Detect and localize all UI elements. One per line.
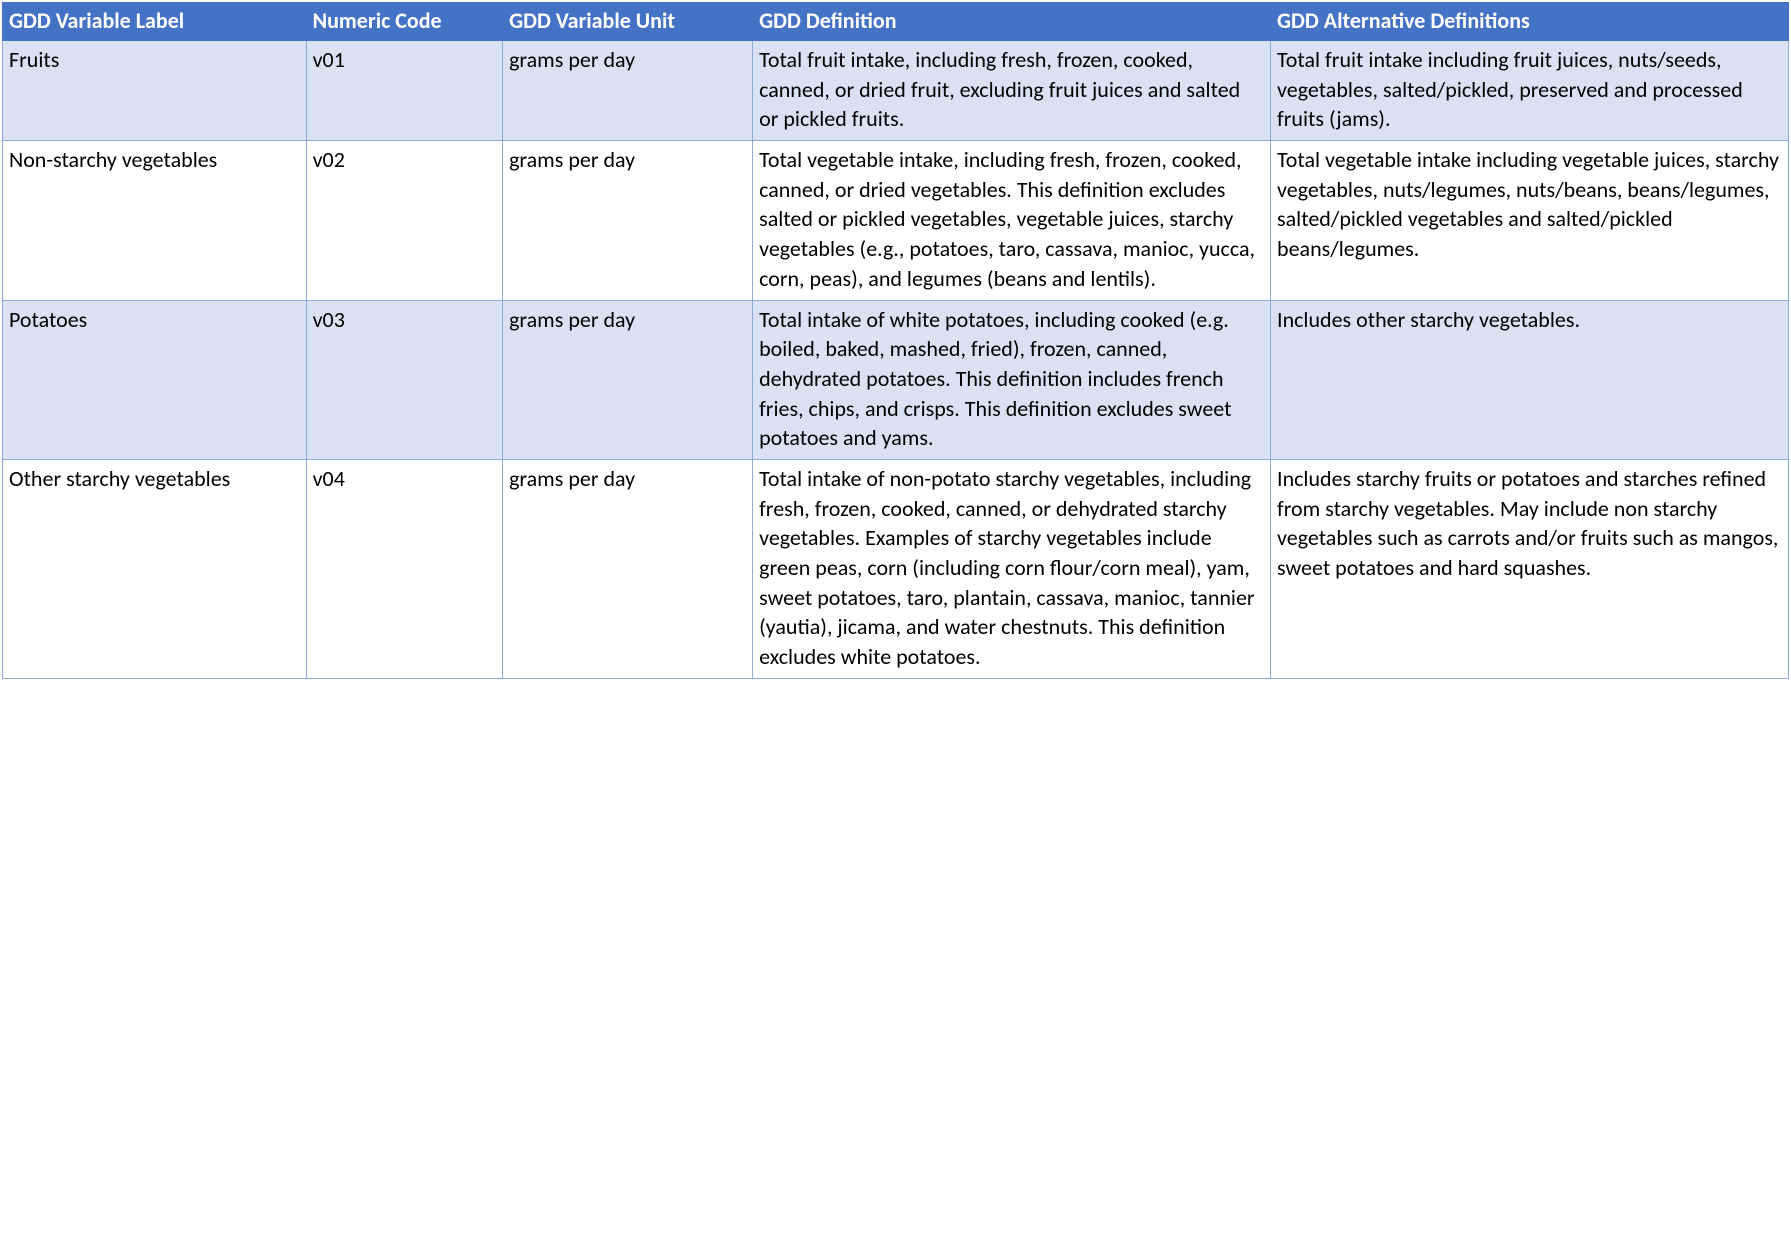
- cell-definition: Total vegetable intake, including fresh,…: [753, 141, 1271, 300]
- cell-alternative: Includes starchy fruits or potatoes and …: [1271, 459, 1789, 678]
- cell-variable-unit: grams per day: [503, 300, 753, 459]
- table-row: Fruits v01 grams per day Total fruit int…: [3, 41, 1789, 141]
- header-variable-label: GDD Variable Label: [3, 3, 307, 41]
- table-row: Other starchy vegetables v04 grams per d…: [3, 459, 1789, 678]
- gdd-variable-table: GDD Variable Label Numeric Code GDD Vari…: [2, 2, 1789, 679]
- cell-definition: Total intake of non-potato starchy veget…: [753, 459, 1271, 678]
- cell-variable-label: Other starchy vegetables: [3, 459, 307, 678]
- cell-variable-label: Potatoes: [3, 300, 307, 459]
- cell-alternative: Total vegetable intake including vegetab…: [1271, 141, 1789, 300]
- header-variable-unit: GDD Variable Unit: [503, 3, 753, 41]
- cell-variable-unit: grams per day: [503, 41, 753, 141]
- table-row: Non-starchy vegetables v02 grams per day…: [3, 141, 1789, 300]
- cell-variable-label: Non-starchy vegetables: [3, 141, 307, 300]
- header-numeric-code: Numeric Code: [306, 3, 502, 41]
- table-header-row: GDD Variable Label Numeric Code GDD Vari…: [3, 3, 1789, 41]
- cell-definition: Total intake of white potatoes, includin…: [753, 300, 1271, 459]
- cell-numeric-code: v01: [306, 41, 502, 141]
- cell-numeric-code: v02: [306, 141, 502, 300]
- table-row: Potatoes v03 grams per day Total intake …: [3, 300, 1789, 459]
- cell-variable-label: Fruits: [3, 41, 307, 141]
- cell-alternative: Includes other starchy vegetables.: [1271, 300, 1789, 459]
- cell-numeric-code: v04: [306, 459, 502, 678]
- cell-numeric-code: v03: [306, 300, 502, 459]
- header-definition: GDD Definition: [753, 3, 1271, 41]
- header-alternative-definitions: GDD Alternative Definitions: [1271, 3, 1789, 41]
- cell-variable-unit: grams per day: [503, 141, 753, 300]
- cell-alternative: Total fruit intake including fruit juice…: [1271, 41, 1789, 141]
- cell-definition: Total fruit intake, including fresh, fro…: [753, 41, 1271, 141]
- cell-variable-unit: grams per day: [503, 459, 753, 678]
